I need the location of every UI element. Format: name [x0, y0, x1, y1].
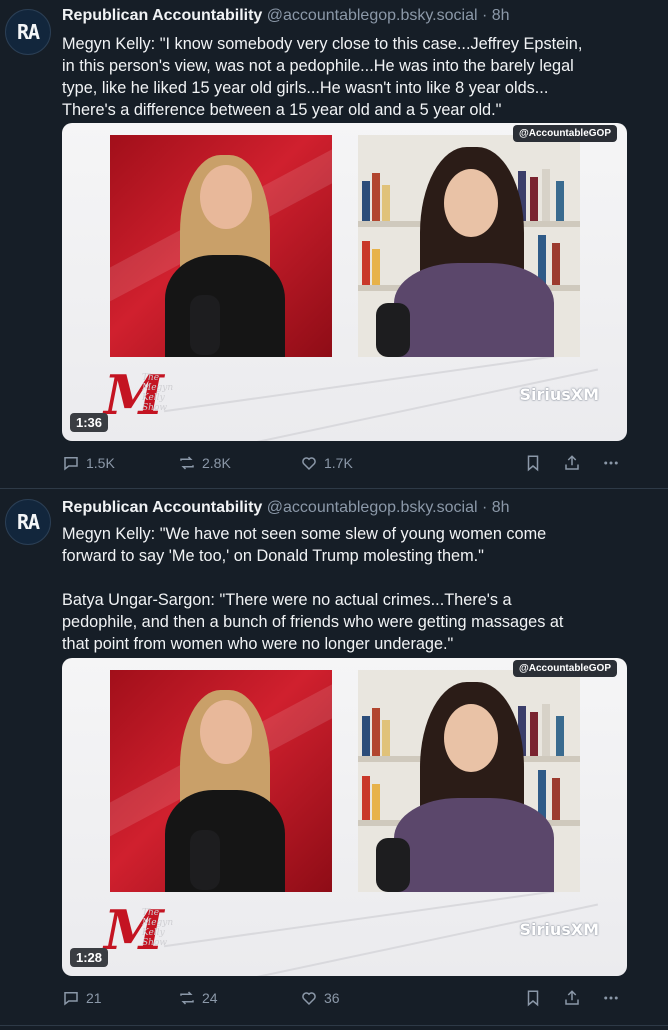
reply-button[interactable]: 1.5K	[62, 454, 115, 472]
post-header: Republican Accountability @accountablego…	[62, 7, 510, 25]
post-2[interactable]: RA Republican Accountability @accountabl…	[0, 489, 668, 1025]
repost-icon	[180, 991, 194, 1005]
more-icon	[604, 996, 618, 1000]
bookmark-button[interactable]	[524, 989, 542, 1007]
show-logo-text: The Megyn Kelly Show	[142, 908, 174, 948]
author-handle[interactable]: @accountablegop.bsky.social	[267, 7, 478, 24]
more-button[interactable]	[602, 989, 620, 1007]
avatar[interactable]: RA	[5, 9, 51, 55]
more-icon	[604, 461, 618, 465]
avatar[interactable]: RA	[5, 499, 51, 545]
like-button[interactable]: 36	[300, 989, 340, 1007]
post-actions: 1.5K 2.8K 1.7K	[62, 454, 632, 478]
post-header: Republican Accountability @accountablego…	[62, 499, 510, 517]
post-actions: 21 24 36	[62, 989, 632, 1013]
watermark: @AccountableGOP	[513, 660, 617, 677]
watermark: @AccountableGOP	[513, 125, 617, 142]
repost-count: 2.8K	[202, 455, 231, 471]
reply-icon	[64, 457, 78, 471]
post-text: Megyn Kelly: "I know somebody very close…	[62, 35, 583, 119]
share-button[interactable]	[563, 989, 581, 1007]
video-panel-guest	[358, 135, 580, 357]
bookmark-button[interactable]	[524, 454, 542, 472]
bookmark-icon	[527, 455, 539, 472]
author-name[interactable]: Republican Accountability	[62, 7, 262, 24]
video-duration: 1:28	[70, 948, 109, 967]
reply-count: 1.5K	[86, 455, 115, 471]
video-duration: 1:36	[70, 413, 109, 432]
divider	[0, 1025, 668, 1026]
author-handle[interactable]: @accountablegop.bsky.social	[267, 499, 478, 516]
like-count: 1.7K	[324, 455, 353, 471]
post-time[interactable]: · 8h	[482, 499, 510, 516]
brand-logo: SiriusXM	[519, 385, 599, 404]
like-icon	[302, 457, 316, 471]
repost-icon	[180, 456, 194, 470]
reply-button[interactable]: 21	[62, 989, 102, 1007]
like-count: 36	[324, 990, 340, 1006]
more-button[interactable]	[602, 454, 620, 472]
share-icon	[565, 990, 579, 1005]
repost-count: 24	[202, 990, 218, 1006]
video-panel-host	[110, 135, 332, 357]
bookmark-icon	[527, 990, 539, 1007]
repost-button[interactable]: 24	[178, 989, 218, 1007]
video-player[interactable]: @AccountableGOP M The Megyn Kelly Show S…	[62, 658, 627, 976]
brand-logo: SiriusXM	[519, 920, 599, 939]
video-player[interactable]: @AccountableGOP M The Megyn Kelly Show S…	[62, 123, 627, 441]
share-icon	[565, 455, 579, 470]
video-panel-host	[110, 670, 332, 892]
like-icon	[302, 992, 316, 1006]
video-panel-guest	[358, 670, 580, 892]
post-time[interactable]: · 8h	[482, 7, 510, 24]
post-1[interactable]: RA Republican Accountability @accountabl…	[0, 0, 668, 488]
reply-count: 21	[86, 990, 102, 1006]
author-name[interactable]: Republican Accountability	[62, 499, 262, 516]
share-button[interactable]	[563, 454, 581, 472]
reply-icon	[64, 992, 78, 1006]
post-text: Megyn Kelly: "We have not seen some slew…	[62, 525, 564, 653]
like-button[interactable]: 1.7K	[300, 454, 353, 472]
repost-button[interactable]: 2.8K	[178, 454, 231, 472]
show-logo-text: The Megyn Kelly Show	[142, 373, 174, 413]
